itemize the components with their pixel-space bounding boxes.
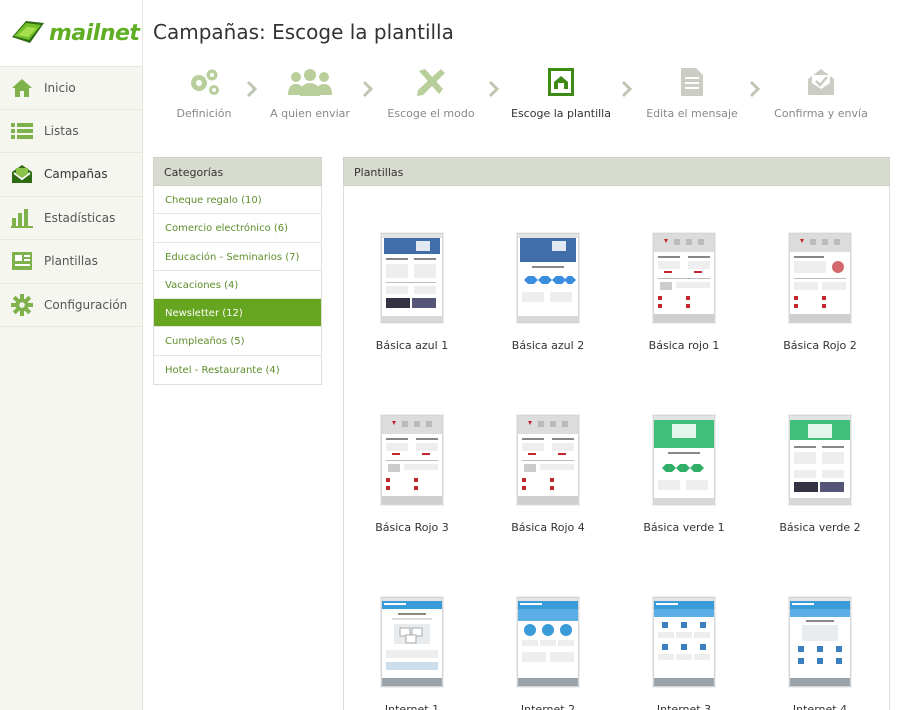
template-thumbnail[interactable] [653,233,715,323]
step-confirma-y-envia[interactable]: Confirma y envía [761,66,881,120]
template-thumbnail[interactable] [381,233,443,323]
pencil-ruler-icon [371,66,491,98]
category-item[interactable]: Vacaciones (4) [154,271,321,300]
sidebar-item-label: Estadísticas [44,210,116,225]
template-card[interactable]: Básica verde 1 [616,415,752,534]
categories-list: Cheque regalo (10) Comercio electrónico … [153,186,322,386]
sidebar-item-inicio[interactable]: Inicio [0,66,142,110]
category-item[interactable]: Cumpleaños (5) [154,327,321,356]
sidebar-item-label: Inicio [44,80,76,95]
category-item[interactable]: Educación - Seminarios (7) [154,243,321,271]
step-label: Definición [176,107,232,120]
template-card[interactable]: Internet 1 [344,597,480,710]
categories-header: Categorías [153,157,322,186]
step-edita-el-mensaje[interactable]: Edita el mensaje [632,66,752,120]
step-label: Escoge la plantilla [511,107,611,120]
step-escoge-la-plantilla[interactable]: Escoge la plantilla [501,66,621,120]
template-name: Básica Rojo 2 [783,339,857,352]
sidebar-nav: Inicio Listas Campañas Estadísticas Plan… [0,66,142,327]
template-thumbnail[interactable] [789,415,851,505]
template-card[interactable]: Básica verde 2 [752,415,888,534]
template-thumbnail[interactable] [789,597,851,687]
template-card[interactable]: Básica azul 1 [344,233,480,352]
template-thumbnail[interactable] [653,597,715,687]
envelope-check-icon [761,66,881,98]
mailnet-logo-icon [12,21,44,43]
sidebar-item-label: Listas [44,123,79,138]
template-thumbnail[interactable] [381,415,443,505]
template-thumbnail[interactable] [517,597,579,687]
sidebar-item-listas[interactable]: Listas [0,110,142,153]
template-name: Internet 1 [384,703,440,710]
category-item[interactable]: Comercio electrónico (6) [154,214,321,243]
template-card[interactable]: Internet 4 [752,597,888,710]
template-card[interactable]: Básica Rojo 3 [344,415,480,534]
logo[interactable]: mailnet [0,0,142,66]
sidebar-item-label: Campañas [44,167,108,182]
sidebar: mailnet Inicio Listas Campañas Estadísti… [0,0,143,710]
templates-grid: Básica azul 1 Básica azul 2 Básica rojo 1 B… [343,186,890,710]
categories-panel: Categorías Cheque regalo (10) Comercio e… [153,157,322,386]
wizard-steps: Definición A quien enviar Escoge el modo… [163,66,883,122]
sidebar-item-plantillas[interactable]: Plantillas [0,240,142,284]
category-item[interactable]: Cheque regalo (10) [154,186,321,215]
template-name: Básica verde 2 [779,521,861,534]
templates-header: Plantillas [343,157,890,186]
template-name: Básica verde 1 [643,521,725,534]
step-a-quien-enviar[interactable]: A quien enviar [250,66,370,120]
chevron-right-icon [488,80,500,98]
template-card[interactable]: Internet 3 [616,597,752,710]
template-name: Básica Rojo 3 [375,521,449,534]
template-name: Internet 2 [520,703,576,710]
template-thumbnail[interactable] [381,597,443,687]
template-card[interactable]: Internet 2 [480,597,616,710]
template-name: Básica Rojo 4 [511,521,585,534]
template-card[interactable]: Básica Rojo 2 [752,233,888,352]
template-name: Básica azul 2 [511,339,585,352]
step-label: Edita el mensaje [646,107,738,120]
home-icon [11,77,33,99]
template-card[interactable]: Básica Rojo 4 [480,415,616,534]
step-label: Confirma y envía [774,107,868,120]
gear-icon [11,293,33,316]
category-item-selected[interactable]: Newsletter (12) [154,299,321,328]
template-frame-icon [501,66,621,98]
category-item[interactable]: Hotel - Restaurante (4) [154,356,321,384]
step-escoge-el-modo[interactable]: Escoge el modo [371,66,491,120]
template-thumbnail[interactable] [517,415,579,505]
template-icon [11,250,33,272]
template-name: Internet 4 [792,703,848,710]
template-name: Internet 3 [656,703,712,710]
template-thumbnail[interactable] [789,233,851,323]
envelope-icon [11,163,33,185]
users-icon [250,66,370,98]
sidebar-item-label: Configuración [44,297,128,312]
template-thumbnail[interactable] [517,233,579,323]
sidebar-item-campanas[interactable]: Campañas [0,153,142,197]
sidebar-item-configuracion[interactable]: Configuración [0,284,142,327]
template-thumbnail[interactable] [653,415,715,505]
chevron-right-icon [749,80,761,98]
template-name: Básica rojo 1 [648,339,720,352]
templates-panel: Plantillas Básica azul 1 Básica azul 2 Bás… [343,157,890,710]
template-name: Básica azul 1 [375,339,449,352]
list-icon [11,120,33,142]
template-card[interactable]: Básica rojo 1 [616,233,752,352]
sidebar-item-label: Plantillas [44,254,98,269]
step-label: Escoge el modo [387,107,475,120]
document-icon [632,66,752,98]
bar-chart-icon [11,207,33,229]
page-title: Campañas: Escoge la plantilla [153,20,454,44]
sidebar-item-estadisticas[interactable]: Estadísticas [0,197,142,240]
brand-name: mailnet [49,20,140,46]
template-card[interactable]: Básica azul 2 [480,233,616,352]
step-label: A quien enviar [270,107,350,120]
